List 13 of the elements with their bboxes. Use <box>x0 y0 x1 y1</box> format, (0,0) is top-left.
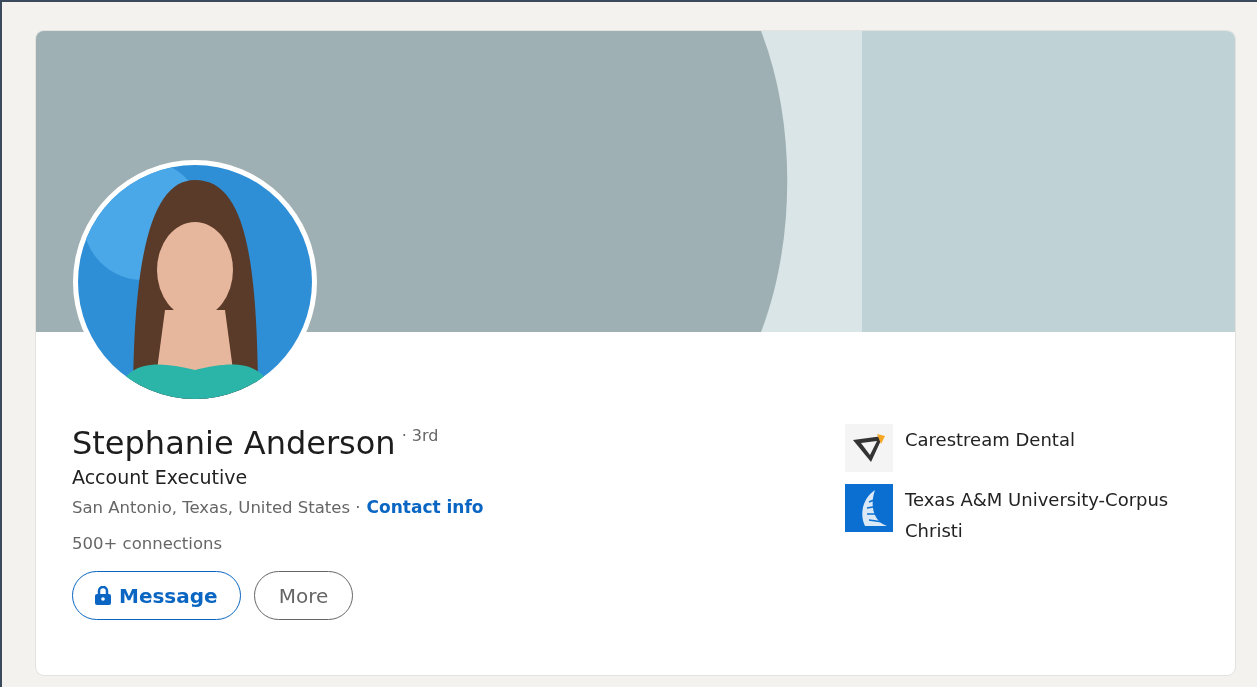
connections-count: 500+ connections <box>72 534 224 553</box>
triangle-logo-icon <box>845 424 893 472</box>
profile-name: Stephanie Anderson <box>72 424 396 462</box>
message-button[interactable]: Message <box>72 571 241 620</box>
wing-logo-icon <box>845 484 893 532</box>
school-name[interactable]: Texas A&M University-Corpus Christi <box>905 484 1225 546</box>
company-name[interactable]: Carestream Dental <box>905 424 1225 455</box>
profile-headline: Account Executive <box>72 466 249 488</box>
connection-degree: · 3rd <box>401 425 439 447</box>
profile-location: San Antonio, Texas, United States · <box>72 498 361 517</box>
contact-info-link[interactable]: Contact info <box>366 497 484 517</box>
more-button[interactable]: More <box>253 571 354 620</box>
lock-icon <box>95 586 111 605</box>
